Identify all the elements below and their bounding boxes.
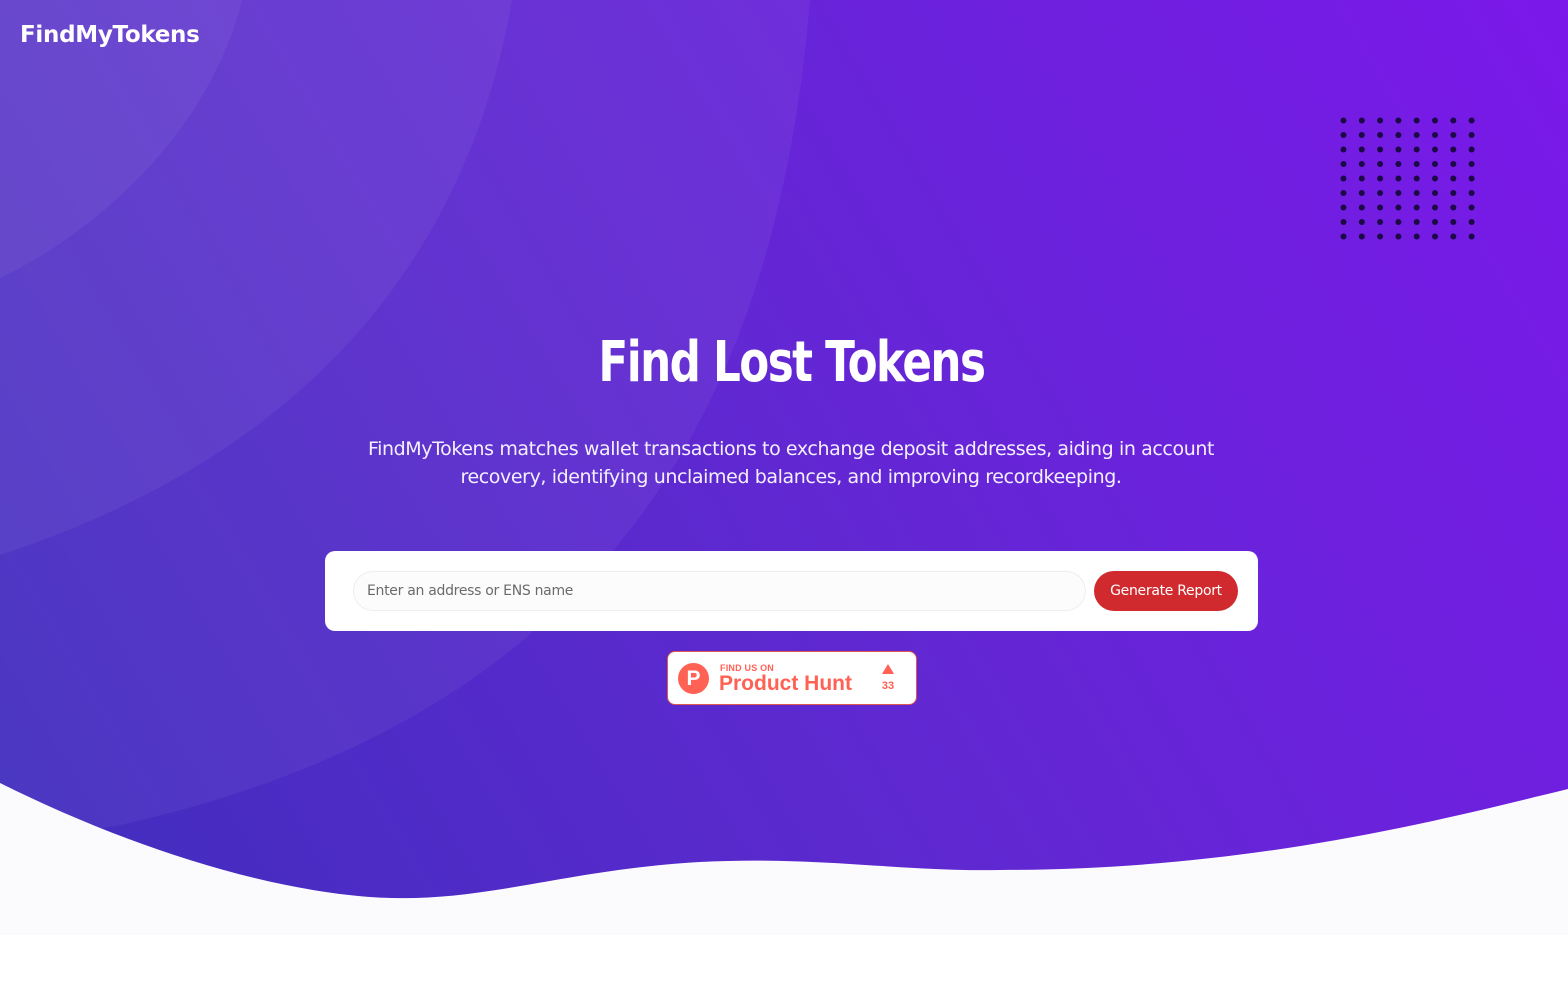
grid-dot xyxy=(1340,190,1347,196)
grid-dot xyxy=(1395,132,1402,138)
grid-dot xyxy=(1340,146,1347,153)
grid-dot xyxy=(1450,219,1457,225)
dot-grid-decoration xyxy=(1340,117,1475,240)
product-hunt-logo-icon: P xyxy=(678,663,709,694)
grid-dot xyxy=(1395,117,1402,124)
grid-dot xyxy=(1395,219,1402,225)
grid-dot xyxy=(1340,175,1347,182)
grid-dot xyxy=(1468,233,1475,240)
hero-section: FindMyTokens Find Lost Tokens FindMyToke… xyxy=(0,0,1568,935)
grid-dot xyxy=(1468,204,1475,211)
grid-dot xyxy=(1395,233,1402,240)
grid-dot xyxy=(1358,219,1365,225)
brand-logo[interactable]: FindMyTokens xyxy=(20,22,200,48)
grid-dot xyxy=(1377,233,1384,240)
grid-dot xyxy=(1340,204,1347,211)
upvote-triangle-icon xyxy=(882,664,894,674)
grid-dot xyxy=(1450,132,1457,138)
product-hunt-name: Product Hunt xyxy=(719,672,852,695)
grid-dot xyxy=(1413,204,1420,211)
grid-dot xyxy=(1413,146,1420,153)
grid-dot xyxy=(1432,190,1438,196)
grid-dot xyxy=(1377,146,1384,153)
upvote-count: 33 xyxy=(881,680,895,692)
grid-dot xyxy=(1358,117,1365,124)
grid-dot xyxy=(1358,233,1365,240)
grid-dot xyxy=(1395,190,1402,196)
grid-dot xyxy=(1377,117,1384,124)
grid-dot xyxy=(1450,204,1457,211)
page-title: Find Lost Tokens xyxy=(0,330,1568,395)
grid-dot xyxy=(1432,117,1438,124)
grid-dot xyxy=(1340,117,1347,124)
grid-dot xyxy=(1413,161,1420,167)
grid-dot xyxy=(1468,146,1475,153)
grid-dot xyxy=(1358,190,1365,196)
grid-dot xyxy=(1432,132,1438,138)
search-card: Generate Report xyxy=(325,551,1258,631)
grid-dot xyxy=(1358,175,1365,182)
grid-dot xyxy=(1413,190,1420,196)
page-title-text: Find Lost Tokens xyxy=(598,330,986,395)
landing-page: FindMyTokens Find Lost Tokens FindMyToke… xyxy=(0,0,1568,1005)
grid-dot xyxy=(1377,132,1384,138)
grid-dot xyxy=(1377,204,1384,211)
grid-dot xyxy=(1413,219,1420,225)
grid-dot xyxy=(1468,161,1475,167)
grid-dot xyxy=(1468,175,1475,182)
grid-dot xyxy=(1432,175,1438,182)
grid-dot xyxy=(1395,204,1402,211)
grid-dot xyxy=(1358,161,1365,167)
grid-dot xyxy=(1413,132,1420,138)
generate-report-button[interactable]: Generate Report xyxy=(1094,571,1238,611)
grid-dot xyxy=(1377,190,1384,196)
grid-dot xyxy=(1395,161,1402,167)
grid-dot xyxy=(1468,190,1475,196)
grid-dot xyxy=(1340,233,1347,240)
grid-dot xyxy=(1468,117,1475,124)
grid-dot xyxy=(1395,146,1402,153)
grid-dot xyxy=(1450,233,1457,240)
grid-dot xyxy=(1377,161,1384,167)
grid-dot xyxy=(1358,146,1365,153)
grid-dot xyxy=(1413,117,1420,124)
grid-dot xyxy=(1340,161,1347,167)
grid-dot xyxy=(1377,219,1384,225)
grid-dot xyxy=(1395,175,1402,182)
grid-dot xyxy=(1340,132,1347,138)
grid-dot xyxy=(1358,132,1365,138)
address-search-input[interactable] xyxy=(353,571,1086,611)
grid-dot xyxy=(1432,161,1438,167)
grid-dot xyxy=(1468,132,1475,138)
grid-dot xyxy=(1358,204,1365,211)
grid-dot xyxy=(1432,219,1438,225)
grid-dot xyxy=(1413,175,1420,182)
grid-dot xyxy=(1413,233,1420,240)
product-hunt-badge[interactable]: P FIND US ON Product Hunt 33 xyxy=(667,651,917,705)
grid-dot xyxy=(1377,175,1384,182)
grid-dot xyxy=(1340,219,1347,225)
grid-dot xyxy=(1432,204,1438,211)
grid-dot xyxy=(1450,146,1457,153)
grid-dot xyxy=(1450,161,1457,167)
hero-description: FindMyTokens matches wallet transactions… xyxy=(367,438,1215,488)
grid-dot xyxy=(1450,190,1457,196)
grid-dot xyxy=(1450,117,1457,124)
grid-dot xyxy=(1468,219,1475,225)
grid-dot xyxy=(1432,233,1438,240)
grid-dot xyxy=(1450,175,1457,182)
grid-dot xyxy=(1432,146,1438,153)
